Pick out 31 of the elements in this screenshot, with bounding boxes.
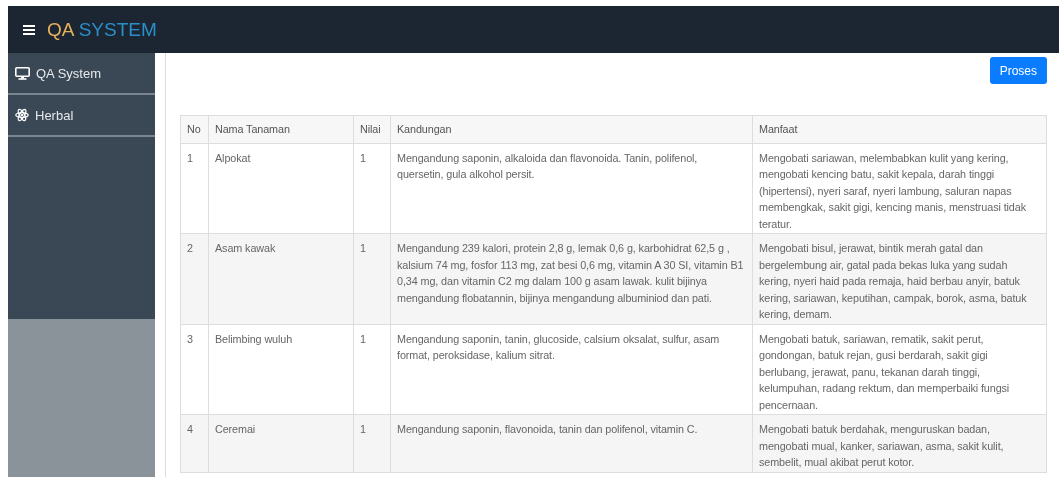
benefit-text: Mengobati batuk, sariawan, rematik, sakit perut, gondongan, batuk rejan, gusi berdarah, sakit gigi berlubang, jerawat, panu, tekanan darah tinggi, kelumpuhan, radang rektum, dan memperbaiki fungsi pencernaan.	[752, 324, 1047, 415]
atom-icon	[15, 108, 29, 122]
score-value: 1	[353, 143, 391, 234]
content-text: Mengandung saponin, flavonoida, tanin dan polifenol, vitamin C.	[390, 414, 753, 472]
content-text: Mengandung saponin, alkaloida dan flavonoida. Tanin, polifenol, quersetin, gula alkohol persit.	[390, 143, 753, 234]
benefit-text: Mengobati batuk berdahak, menguruskan badan, mengobati mual, kanker, sariawan, asma, sakit kulit, sembelit, mual akibat perut kotor.	[752, 414, 1047, 472]
column-header: Kandungan	[390, 115, 753, 143]
column-header: No	[180, 115, 209, 143]
content-text: Mengandung saponin, tanin, glucoside, calsium oksalat, sulfur, asam format, peroksidase, kalium sitrat.	[390, 324, 753, 415]
benefit-text: Mengobati sariawan, melembabkan kulit yang kering, mengobati kencing batu, sakit kepala, darah tinggi (hipertensi), nyeri saraf, nyeri lambung, saluran napas membengkak, sakit gigi, kencing manis, menstruasi tidak teratur.	[752, 143, 1047, 234]
score-value: 1	[353, 233, 391, 324]
score-value: 1	[353, 324, 391, 415]
plant-name: Alpokat	[208, 143, 354, 234]
plant-name: Asam kawak	[208, 233, 354, 324]
brand-logo[interactable]: QA SYSTEM	[47, 18, 157, 41]
plant-name: Belimbing wuluh	[208, 324, 354, 415]
process-button[interactable]: Proses	[989, 57, 1047, 84]
content-text: Mengandung 239 kalori, protein 2,8 g, lemak 0,6 g, karbohidrat 62,5 g , kalsium 74 mg, fosfor 113 mg, zat besi 0,6 mg, vitamin A 30 SI, vitamin B1 0,34 mg, dan vitamin C2 mg dalam 100 g asam lawak. kulit bijinya mengandung flobatannin, bijinya mengandung albuminiod dan pati.	[390, 233, 753, 324]
menu-icon[interactable]	[23, 24, 35, 35]
benefit-text: Mengobati bisul, jerawat, bintik merah gatal dan bergelembung air, gatal pada bekas luka yang sudah kering, nyeri haid pada remaja, haid berbau anyir, batuk kering, sariawan, keputihan, campak, borok, asma, batuk kering, demam.	[752, 233, 1047, 324]
row-number: 2	[180, 233, 209, 324]
column-header: Manfaat	[752, 115, 1047, 143]
column-header: Nilai	[353, 115, 391, 143]
plant-name: Ceremai	[208, 414, 354, 472]
column-header: Nama Tanaman	[208, 115, 354, 143]
score-value: 1	[353, 414, 391, 472]
row-number: 4	[180, 414, 209, 472]
sidebar-item[interactable]: QA System	[8, 53, 155, 95]
row-number: 1	[180, 143, 209, 234]
monitor-icon	[15, 66, 30, 80]
row-number: 3	[180, 324, 209, 415]
